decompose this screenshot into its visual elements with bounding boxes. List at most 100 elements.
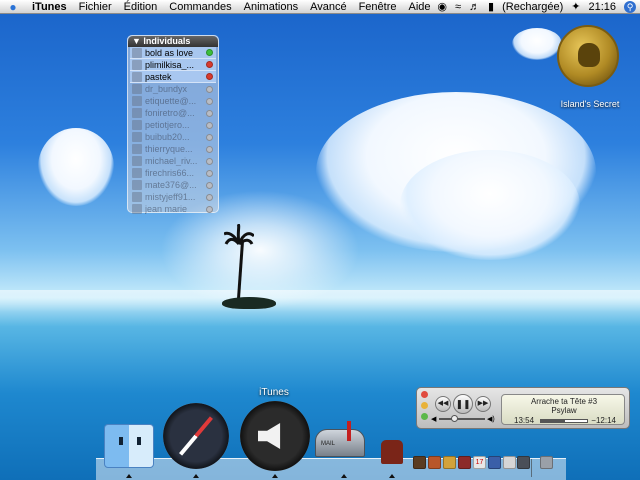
buddy-list-item[interactable]: plimilkisa_...	[130, 59, 216, 71]
next-track-button[interactable]: ▶▶	[475, 396, 491, 412]
buddy-name: buibub20...	[145, 132, 190, 142]
volume-icon[interactable]: ♬	[469, 1, 480, 13]
buddy-list-item[interactable]: mistyjeff91...	[130, 191, 216, 203]
menu-commandes[interactable]: Commandes	[163, 1, 237, 13]
buddy-status-icon	[206, 109, 213, 117]
apple-menu-icon[interactable]: ●	[0, 0, 26, 14]
menu-app-name[interactable]: iTunes	[26, 1, 73, 13]
buddy-name: jean marie	[145, 204, 188, 214]
buddy-status-icon	[206, 73, 213, 80]
menu-fichier[interactable]: Fichier	[73, 1, 118, 13]
buddy-name: plimilkisa_...	[145, 59, 195, 70]
buddy-list-item[interactable]: buibub20...	[130, 131, 216, 143]
desktop-icon-label[interactable]: Island's Secret	[540, 99, 640, 109]
running-indicator	[126, 474, 132, 478]
buddy-list-item[interactable]: petiotjero...	[130, 119, 216, 131]
app-icon-4[interactable]	[458, 456, 471, 469]
battery-status[interactable]: (Rechargée)	[502, 1, 563, 13]
menu-animations[interactable]: Animations	[238, 1, 304, 13]
buddy-list-rows: bold as love plimilkisa_... pastek dr_bundy…	[128, 47, 218, 215]
wifi-icon[interactable]: ≈	[455, 1, 461, 13]
buddy-list-item[interactable]: dr_bundyx	[130, 83, 216, 95]
dock-separator	[531, 459, 532, 477]
track-artist: Psylaw	[551, 406, 577, 415]
buddy-avatar	[132, 47, 142, 58]
app-icon-2[interactable]	[428, 456, 441, 469]
app-icon-5[interactable]	[488, 456, 501, 469]
buddy-status-icon	[206, 181, 213, 189]
menu-avance[interactable]: Avancé	[304, 1, 353, 13]
buddy-list-item[interactable]: mate376@...	[130, 179, 216, 191]
menu-aide[interactable]: Aide	[403, 1, 437, 13]
close-window-icon[interactable]	[421, 391, 428, 398]
buddy-avatar	[132, 132, 142, 142]
track-title: Arrache ta Tête #3	[530, 397, 598, 406]
palm-leaves-icon	[224, 224, 254, 246]
menu-edition[interactable]: Édition	[118, 1, 164, 13]
buddy-list-item[interactable]: jean marie	[130, 203, 216, 215]
app-icon-1[interactable]	[413, 456, 426, 469]
app-icon-3[interactable]	[443, 456, 456, 469]
minimize-window-icon[interactable]	[421, 402, 428, 409]
speaker-icon	[258, 423, 281, 449]
volume-low-icon: ◀	[431, 416, 437, 423]
script-menu-icon[interactable]: ✦	[571, 0, 580, 13]
spotlight-search-icon[interactable]: ⚲	[624, 0, 636, 13]
clock[interactable]: 21:16	[588, 1, 616, 13]
buddy-status-icon	[206, 205, 213, 213]
finder-eye	[119, 437, 123, 445]
buddy-avatar	[132, 144, 142, 154]
buddy-list-window: ▼ Individuals bold as love plimilkisa_...…	[127, 35, 219, 215]
buddy-list-item[interactable]: michael_riv...	[130, 155, 216, 167]
battery-icon[interactable]: ▮	[488, 0, 494, 13]
buddy-name: firechris66...	[145, 168, 195, 178]
finder-eye	[137, 437, 141, 445]
buddy-status-icon	[206, 121, 213, 129]
webcam-icon[interactable]: ◉	[437, 0, 447, 13]
buddy-avatar	[132, 71, 142, 82]
buddy-status-icon	[206, 97, 213, 105]
pirate-coin-disk-icon[interactable]	[557, 25, 619, 87]
buddy-avatar	[132, 120, 142, 130]
finder-icon[interactable]	[104, 424, 154, 468]
app-icon-7[interactable]	[517, 456, 530, 469]
menu-fenetre[interactable]: Fenêtre	[353, 1, 403, 13]
buddy-status-icon	[206, 169, 213, 177]
previous-track-button[interactable]: ◀◀	[435, 396, 451, 412]
buddy-status-icon	[206, 157, 213, 165]
buddy-name: thierryque...	[145, 144, 193, 154]
remaining-time: −12:14	[591, 416, 616, 425]
mail-icon[interactable]: MAIL	[315, 421, 373, 465]
buddy-list-item[interactable]: foniretro@...	[130, 107, 216, 119]
zoom-window-icon[interactable]	[421, 413, 428, 420]
trash-icon[interactable]	[540, 456, 553, 469]
domo-icon[interactable]	[381, 440, 403, 464]
buddy-list-header[interactable]: ▼ Individuals	[128, 36, 218, 47]
horizon	[0, 290, 640, 312]
buddy-list-item[interactable]: firechris66...	[130, 167, 216, 179]
volume-slider-knob[interactable]	[450, 415, 458, 422]
itunes-mini-player: ◀◀ ❚❚ ▶▶ ◀ ◀) Arrache ta Tête #3 Psylaw …	[416, 387, 630, 429]
mailbox-label: MAIL	[321, 441, 336, 447]
buddy-name: mate376@...	[145, 180, 197, 190]
menu-bar: ● iTunes Fichier Édition Commandes Anima…	[0, 0, 640, 14]
calendar-icon[interactable]: 17	[473, 456, 486, 469]
dock-hover-label: iTunes	[259, 387, 289, 398]
buddy-avatar	[132, 96, 142, 106]
buddy-avatar	[132, 108, 142, 118]
progress-bar[interactable]	[540, 419, 588, 423]
itunes-icon[interactable]	[240, 401, 310, 471]
buddy-list-item[interactable]: thierryque...	[130, 143, 216, 155]
buddy-avatar	[132, 204, 142, 214]
safari-icon[interactable]	[163, 403, 229, 469]
cloud	[38, 128, 114, 206]
buddy-list-item[interactable]: bold as love	[130, 47, 216, 59]
buddy-list-item[interactable]: etiquette@...	[130, 95, 216, 107]
mailbox-flag	[347, 421, 351, 441]
app-icon-6[interactable]	[503, 456, 516, 469]
island	[222, 297, 276, 309]
pause-button[interactable]: ❚❚	[453, 394, 473, 414]
buddy-list-item[interactable]: pastek	[130, 71, 216, 83]
buddy-name: foniretro@...	[145, 108, 195, 118]
volume-slider[interactable]	[439, 415, 485, 422]
